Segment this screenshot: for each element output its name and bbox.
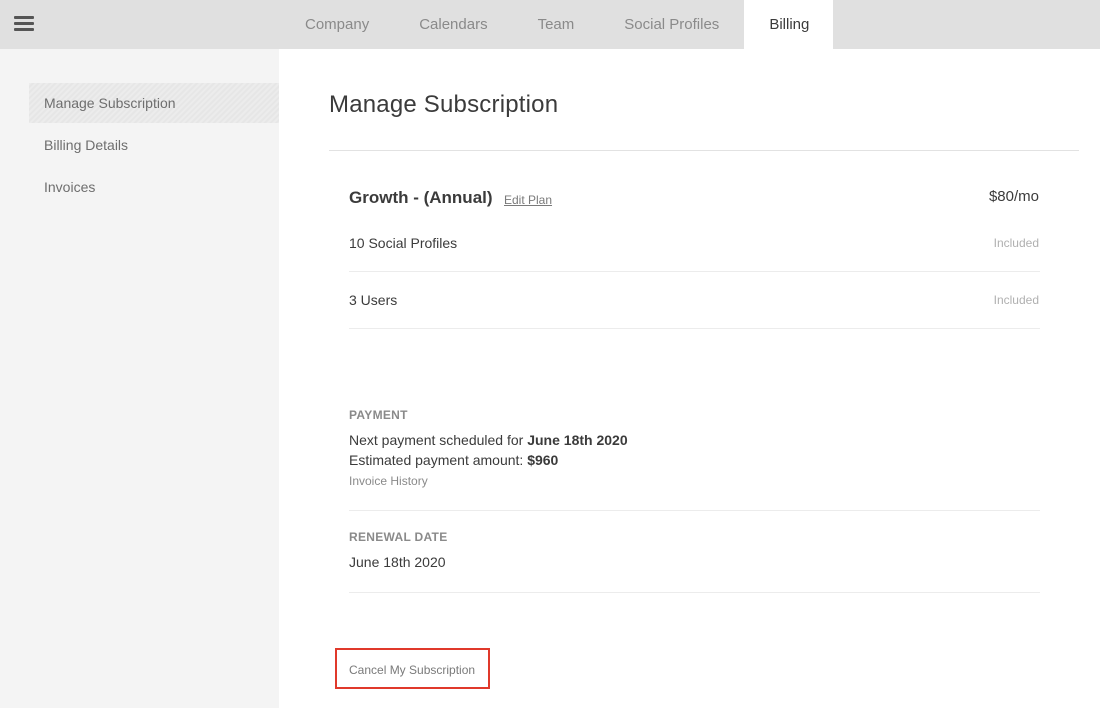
sidebar-item-billing-details[interactable]: Billing Details [29,125,279,165]
main-content: Manage Subscription Growth - (Annual) Ed… [279,49,1100,708]
sidebar-item-manage-subscription[interactable]: Manage Subscription [29,83,279,123]
feature-divider [349,328,1040,329]
payment-amount: $960 [527,452,559,468]
section-divider [349,510,1040,511]
edit-plan-link[interactable]: Edit Plan [504,193,552,207]
next-payment-date: June 18th 2020 [527,432,628,448]
tab-billing[interactable]: Billing [744,0,834,49]
feature-divider [349,271,1040,272]
cancel-subscription-link[interactable]: Cancel My Subscription [349,663,475,677]
settings-tabs: Company Calendars Team Social Profiles B… [280,0,834,49]
title-divider [329,150,1079,151]
sidebar-item-invoices[interactable]: Invoices [29,167,279,207]
feature-users: 3 Users [349,292,398,308]
hamburger-menu-icon[interactable] [14,16,34,32]
tab-company[interactable]: Company [280,0,394,49]
payment-amount-prefix: Estimated payment amount: [349,452,528,468]
feature-social-profiles: 10 Social Profiles [349,235,458,251]
tab-team[interactable]: Team [513,0,600,49]
tab-social-profiles[interactable]: Social Profiles [599,0,744,49]
page-title: Manage Subscription [329,91,559,118]
billing-sidebar: Manage Subscription Billing Details Invo… [0,49,279,708]
plan-price: $80/mo [988,188,1039,205]
section-divider [349,592,1040,593]
next-payment-prefix: Next payment scheduled for [349,432,528,448]
feature-users-status: Included [993,293,1039,307]
payment-amount-line: Estimated payment amount: $960 [349,452,558,468]
top-navigation-bar: Company Calendars Team Social Profiles B… [0,0,1100,49]
plan-name: Growth - (Annual) [349,188,493,207]
tab-calendars[interactable]: Calendars [394,0,512,49]
invoice-history-link[interactable]: Invoice History [349,474,428,488]
feature-social-profiles-status: Included [993,236,1039,250]
next-payment-line: Next payment scheduled for June 18th 202… [349,432,628,448]
renewal-heading: RENEWAL DATE [349,530,448,544]
payment-heading: PAYMENT [349,408,408,422]
renewal-date: June 18th 2020 [349,554,446,570]
